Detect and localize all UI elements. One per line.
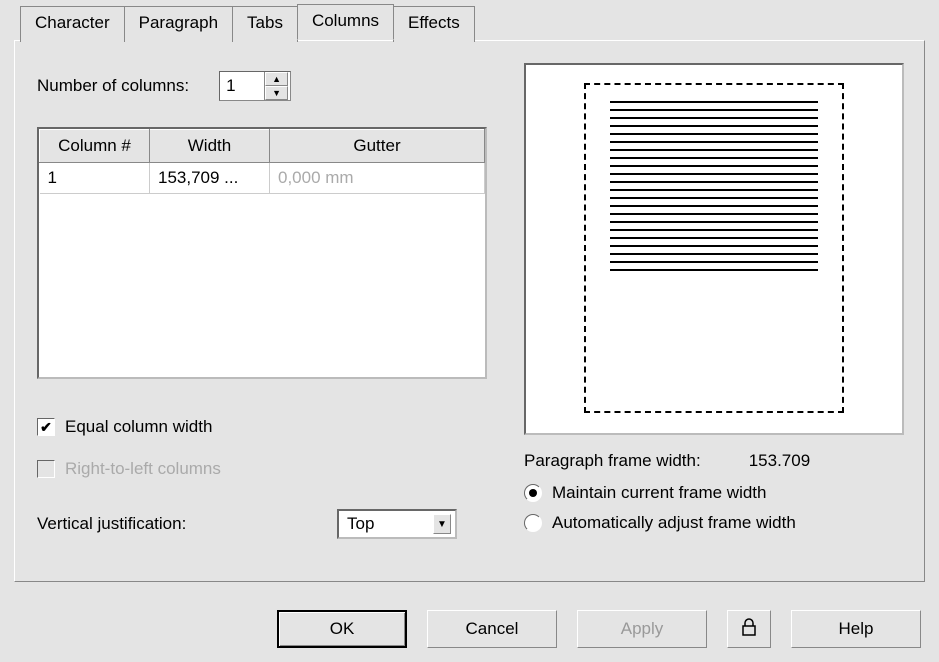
preview-pane [524, 63, 904, 435]
columns-input[interactable] [220, 72, 264, 100]
auto-adjust-radio[interactable] [524, 514, 542, 532]
frame-width-value: 153.709 [749, 451, 810, 471]
columns-spinner[interactable]: ▲ ▼ [219, 71, 291, 101]
tab-label: Tabs [247, 13, 283, 32]
equal-width-checkbox-row[interactable]: ✔ Equal column width [37, 417, 212, 437]
equal-width-checkbox[interactable]: ✔ [37, 418, 55, 436]
spinner-buttons: ▲ ▼ [264, 72, 288, 100]
lock-icon [741, 618, 757, 641]
rtl-columns-checkbox [37, 460, 55, 478]
number-of-columns-label: Number of columns: [37, 76, 189, 96]
tab-effects[interactable]: Effects [393, 6, 475, 42]
cell-column-gutter: 0,000 mm [270, 163, 485, 194]
cell-column-width: 153,709 ... [150, 163, 270, 194]
rtl-columns-checkbox-row: Right-to-left columns [37, 459, 221, 479]
maintain-width-radio[interactable] [524, 484, 542, 502]
rtl-columns-label: Right-to-left columns [65, 459, 221, 479]
vertical-justification-row: Vertical justification: Top ▼ [37, 509, 457, 539]
column-header-width[interactable]: Width [150, 130, 270, 163]
maintain-width-radio-row[interactable]: Maintain current frame width [524, 483, 904, 503]
columns-table-container: Column # Width Gutter 1 153,709 ... 0,00… [37, 127, 487, 379]
auto-adjust-radio-row[interactable]: Automatically adjust frame width [524, 513, 904, 533]
maintain-width-label: Maintain current frame width [552, 483, 766, 503]
equal-width-label: Equal column width [65, 417, 212, 437]
vertical-justification-value: Top [347, 514, 374, 534]
column-header-gutter[interactable]: Gutter [270, 130, 485, 163]
tab-label: Effects [408, 13, 460, 32]
tab-label: Paragraph [139, 13, 218, 32]
tab-tabs[interactable]: Tabs [232, 6, 298, 42]
tab-character[interactable]: Character [20, 6, 125, 42]
tab-label: Character [35, 13, 110, 32]
table-row[interactable]: 1 153,709 ... 0,000 mm [40, 163, 485, 194]
number-of-columns-row: Number of columns: ▲ ▼ [37, 71, 291, 101]
cancel-button[interactable]: Cancel [427, 610, 557, 648]
tab-label: Columns [312, 11, 379, 30]
columns-table: Column # Width Gutter 1 153,709 ... 0,00… [39, 129, 485, 194]
tab-paragraph[interactable]: Paragraph [124, 6, 233, 42]
auto-adjust-label: Automatically adjust frame width [552, 513, 796, 533]
frame-width-readout: Paragraph frame width: 153.709 [524, 451, 904, 471]
vertical-justification-label: Vertical justification: [37, 514, 337, 534]
tab-panel-columns: Number of columns: ▲ ▼ Column # Width Gu… [14, 40, 925, 582]
frame-width-section: Paragraph frame width: 153.709 Maintain … [524, 451, 904, 543]
cell-column-number: 1 [40, 163, 150, 194]
apply-button: Apply [577, 610, 707, 648]
columns-dialog: Character Paragraph Tabs Columns Effects… [0, 0, 939, 662]
vertical-justification-combo[interactable]: Top ▼ [337, 509, 457, 539]
spinner-up-button[interactable]: ▲ [265, 72, 288, 86]
help-button[interactable]: Help [791, 610, 921, 648]
spinner-down-button[interactable]: ▼ [265, 86, 288, 100]
lock-button[interactable] [727, 610, 771, 648]
preview-text-lines [610, 101, 818, 271]
chevron-down-icon: ▼ [433, 514, 451, 534]
frame-width-label: Paragraph frame width: [524, 451, 701, 471]
preview-page [584, 83, 844, 413]
tab-strip: Character Paragraph Tabs Columns Effects [20, 6, 474, 42]
column-header-number[interactable]: Column # [40, 130, 150, 163]
tab-columns[interactable]: Columns [297, 4, 394, 40]
dialog-button-row: OK Cancel Apply Help [277, 610, 921, 648]
ok-button[interactable]: OK [277, 610, 407, 648]
